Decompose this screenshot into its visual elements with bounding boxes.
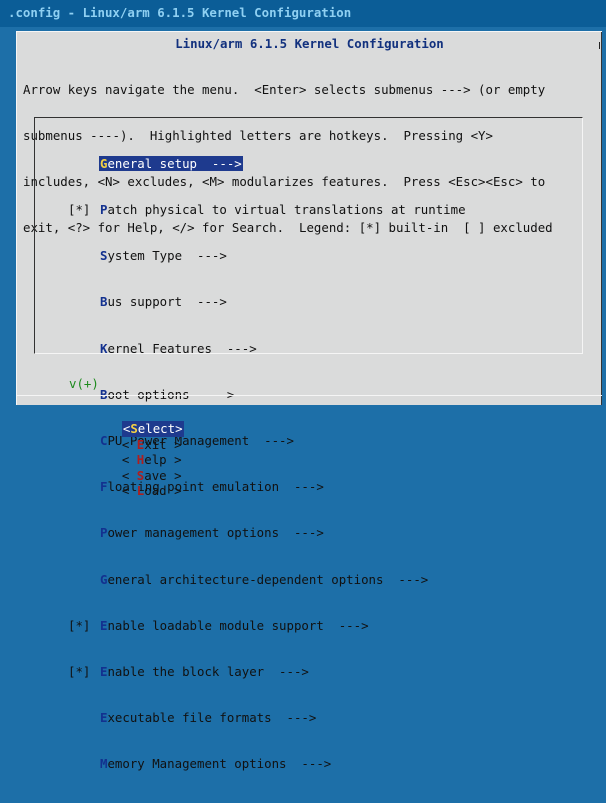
button-hotkey: L (136, 483, 145, 499)
button-post: ave > (144, 467, 182, 483)
menu-item-text: ernel Features ---> (107, 340, 257, 356)
button-bar: <Select> < Exit > < Help > < Save > < Lo… (92, 406, 205, 514)
help-line: Arrow keys navigate the menu. <Enter> se… (23, 81, 546, 97)
menu-item-memory-management[interactable]: Memory Management options ---> (68, 756, 466, 771)
menu-item-patch-phys-virt[interactable]: [*] Patch physical to virtual translation… (68, 202, 466, 217)
menu-item-hotkey: E (100, 710, 108, 726)
menu-item-bus-support[interactable]: Bus support ---> (68, 294, 466, 309)
menu-item-text: atch physical to virtual translations at… (107, 202, 466, 218)
menu-item-check: [*] (68, 617, 91, 633)
button-pre: < (121, 436, 137, 452)
menu-item-text: emory Management options ---> (107, 756, 332, 772)
menu-item-executable-formats[interactable]: Executable file formats ---> (68, 710, 466, 725)
menu-item-hotkey: G (100, 571, 108, 587)
menu-item-text: ystem Type ---> (107, 248, 227, 264)
dialog-title: Linux/arm 6.1.5 Kernel Configuration (175, 36, 444, 51)
save-button[interactable]: < Save > (122, 468, 182, 483)
menu-item-check: [*] (68, 202, 91, 218)
button-post: elect> (137, 421, 183, 437)
menu-item-label: Memory Management options ---> (99, 756, 331, 771)
button-hotkey: H (136, 452, 145, 468)
more-indicator: v(+) (69, 376, 99, 391)
menu-item-label: Patch physical to virtual translations a… (99, 202, 466, 217)
menu-item-label: General setup ---> (99, 155, 243, 172)
menu-item-label: Kernel Features ---> (99, 341, 257, 356)
button-pre: < (121, 452, 137, 468)
load-button[interactable]: < Load > (122, 483, 182, 498)
menu-item-text: xecutable file formats ---> (107, 710, 317, 726)
menu-item-hotkey: P (100, 525, 108, 541)
help-button[interactable]: < Help > (122, 452, 182, 467)
menu-item-loadable-modules[interactable]: [*] Enable loadable module support ---> (68, 618, 466, 633)
menu-item-text: nable loadable module support ---> (107, 617, 369, 633)
menu-item-power-management[interactable]: Power management options ---> (68, 525, 466, 540)
exit-button[interactable]: < Exit > (122, 437, 182, 452)
button-post: elp > (144, 452, 182, 468)
button-hotkey: S (130, 421, 138, 437)
menu-item-label: Enable loadable module support ---> (99, 618, 369, 633)
menu-item-general-setup[interactable]: General setup ---> (68, 155, 466, 172)
button-hotkey: E (136, 436, 145, 452)
menu-item-label: Executable file formats ---> (99, 710, 316, 725)
button-hotkey: S (136, 467, 145, 483)
select-button[interactable]: <Select> (121, 421, 184, 437)
button-pre: < (122, 421, 131, 437)
menu-item-hotkey: E (100, 617, 108, 633)
menuconfig-dialog: Linux/arm 6.1.5 Kernel Configuration Arr… (16, 31, 602, 771)
window-title: .config - Linux/arm 6.1.5 Kernel Configu… (0, 0, 606, 27)
menu-item-label: Enable the block layer ---> (99, 664, 309, 679)
button-post: oad > (144, 483, 182, 499)
menu-item-hotkey: E (100, 664, 108, 680)
menu-item-hotkey: M (100, 756, 108, 772)
button-pre: < (121, 483, 137, 499)
menu-item-label: System Type ---> (99, 248, 227, 263)
menu-item-text: us support ---> (107, 294, 227, 310)
button-pre: < (121, 467, 137, 483)
menu-item-text: nable the block layer ---> (107, 664, 309, 680)
menu-item-text: ower management options ---> (107, 525, 324, 541)
menu-item-text: eneral setup ---> (107, 155, 242, 171)
menu-item-kernel-features[interactable]: Kernel Features ---> (68, 341, 466, 356)
menu-item-label: Power management options ---> (99, 525, 324, 540)
menu-item-text: eneral architecture-dependent options --… (107, 571, 429, 587)
menu-item-general-arch[interactable]: General architecture-dependent options -… (68, 572, 466, 587)
menu-item-block-layer[interactable]: [*] Enable the block layer ---> (68, 664, 466, 679)
menu-item-check: [*] (68, 664, 91, 680)
menu-item-label: Bus support ---> (99, 294, 227, 309)
button-post: xit > (144, 436, 182, 452)
menu-item-label: General architecture-dependent options -… (99, 572, 428, 587)
menu-item-system-type[interactable]: System Type ---> (68, 248, 466, 263)
button-divider (17, 395, 602, 396)
